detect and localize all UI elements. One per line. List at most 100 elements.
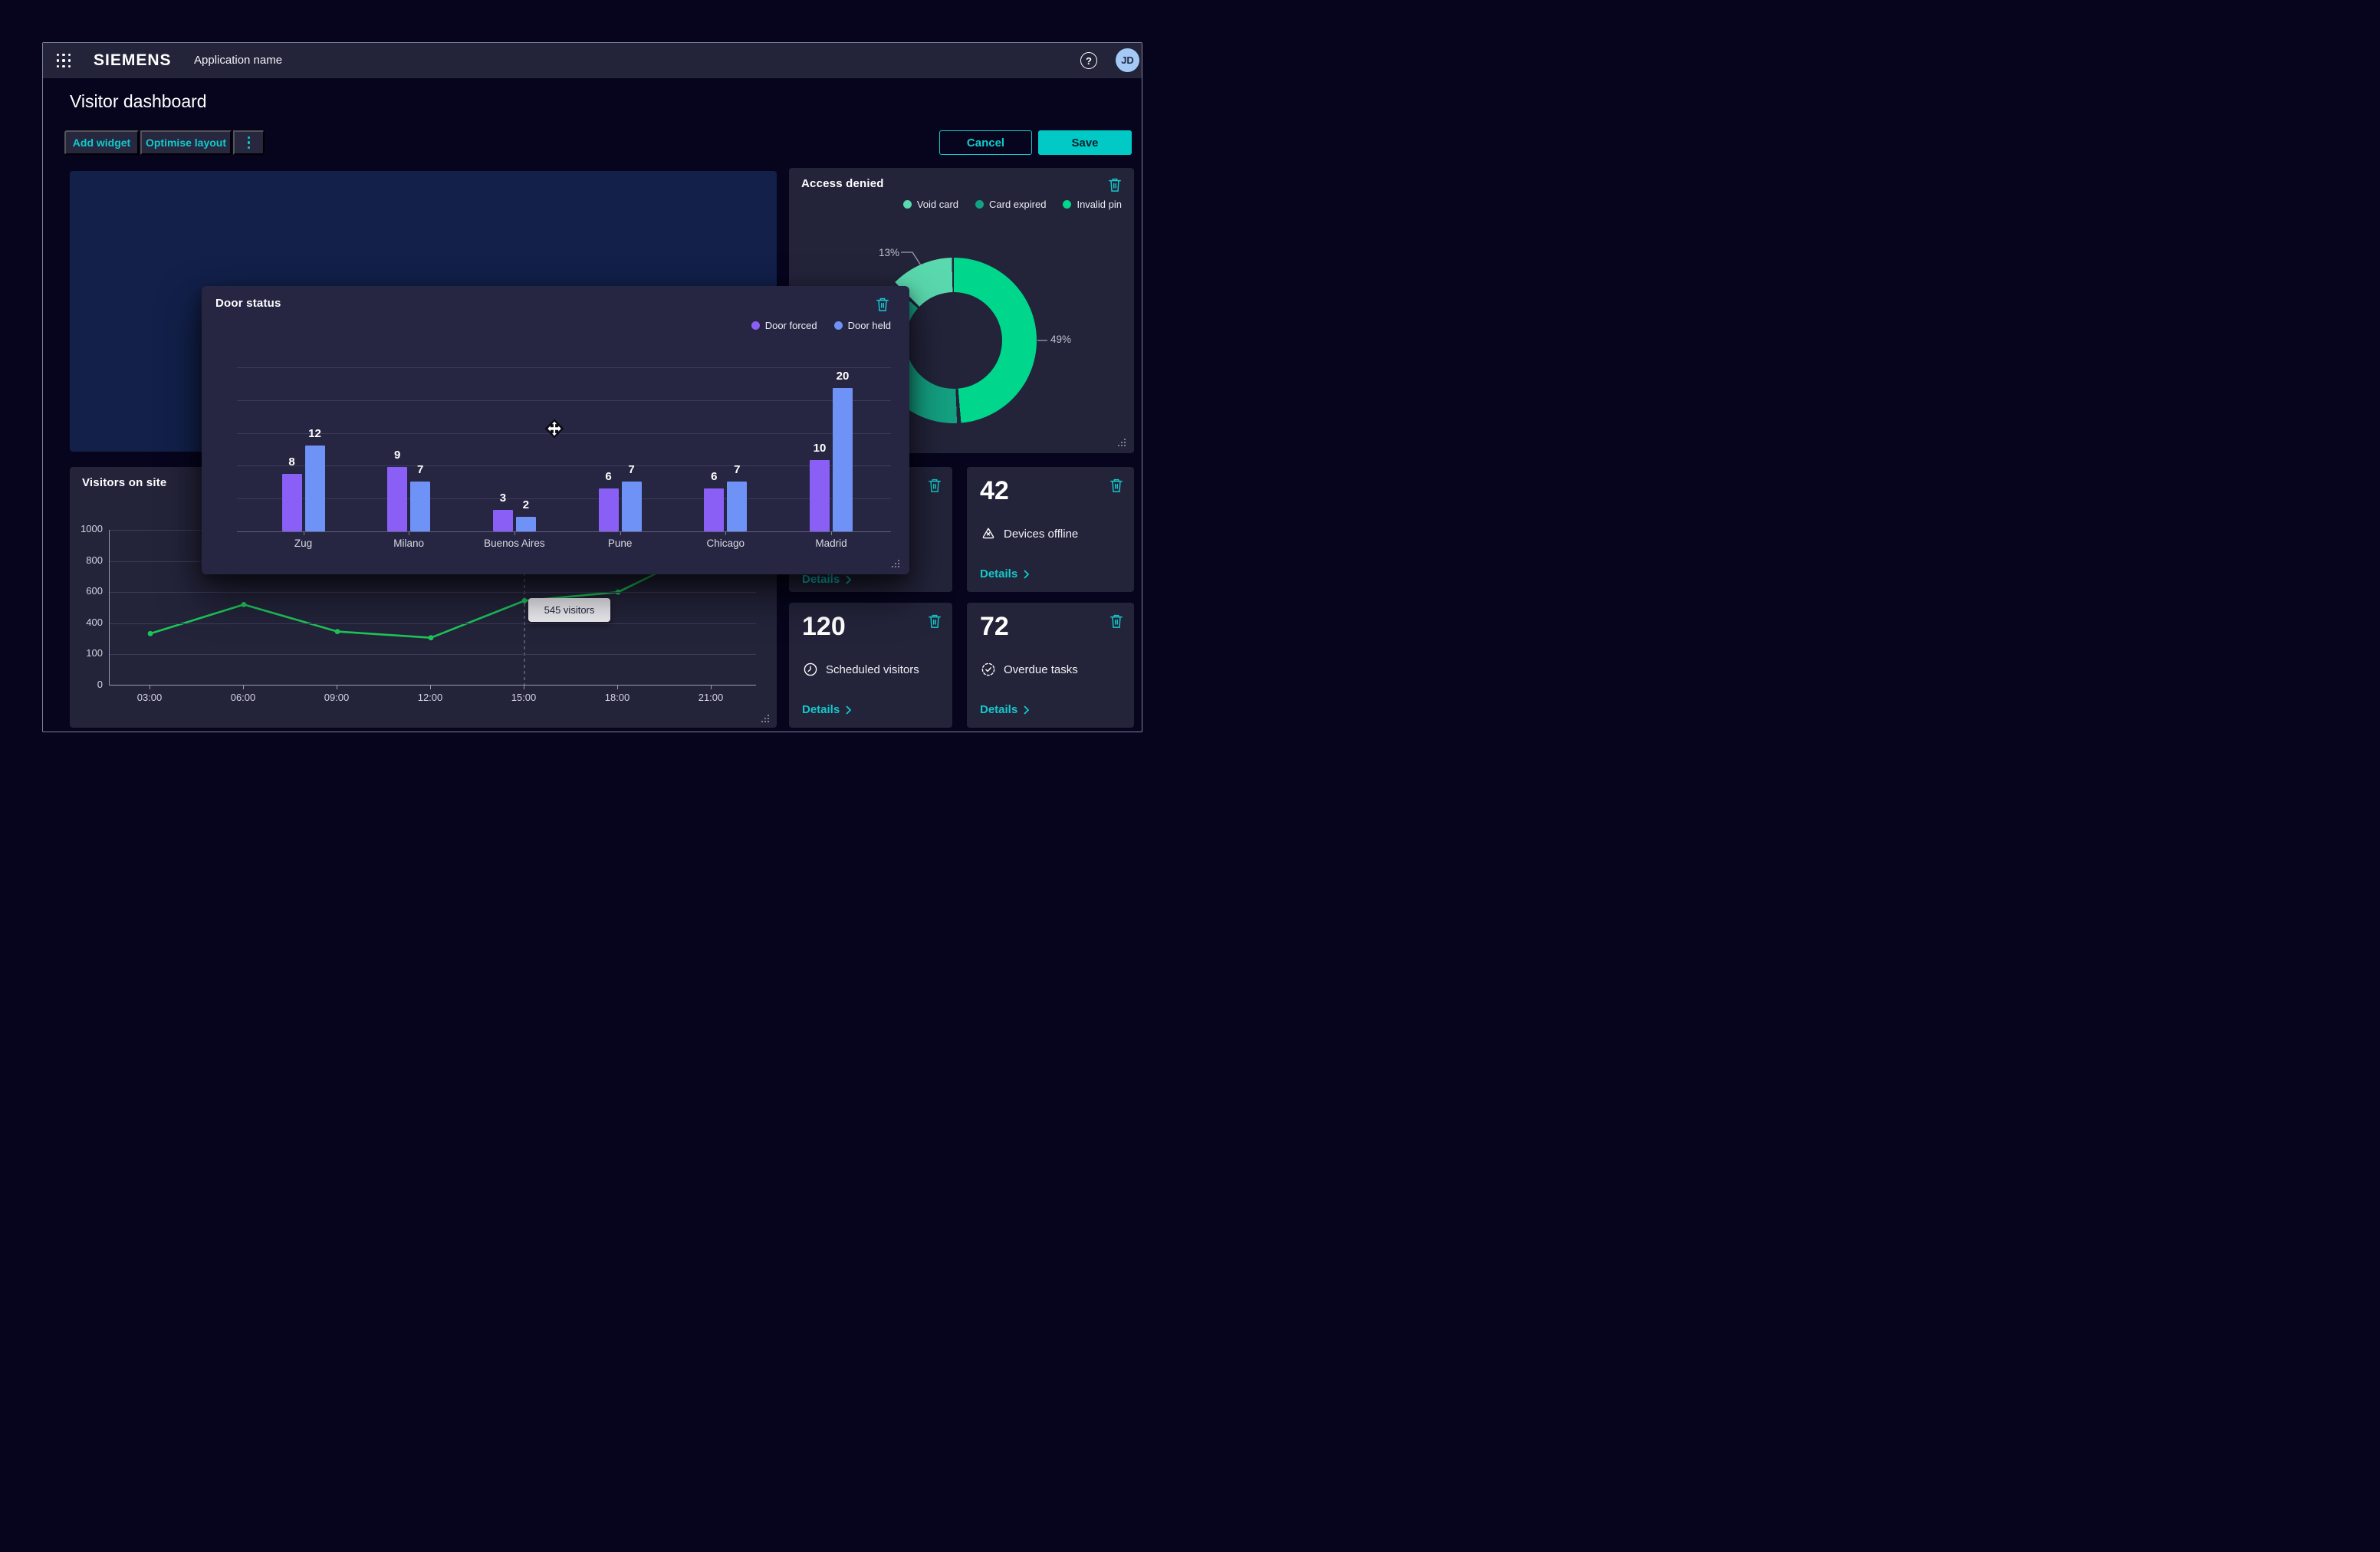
- avatar[interactable]: JD: [1116, 48, 1139, 72]
- add-widget-button[interactable]: Add widget: [64, 130, 139, 155]
- save-button[interactable]: Save: [1038, 130, 1132, 155]
- bar-door-forced[interactable]: [282, 474, 302, 531]
- bar-door-held[interactable]: [622, 482, 642, 531]
- bar-door-forced[interactable]: [810, 460, 830, 532]
- x-tick-label: 15:00: [497, 692, 551, 703]
- data-point[interactable]: [335, 629, 340, 634]
- y-tick-label: 800: [70, 554, 103, 566]
- y-tick-label: 100: [70, 647, 103, 659]
- y-tick-label: 0: [70, 679, 103, 690]
- resize-grip[interactable]: [891, 559, 900, 568]
- gridline: [237, 465, 891, 466]
- door-status-widget[interactable]: Door status Door forcedDoor held 812Zug9…: [202, 286, 909, 574]
- move-cursor-icon: [544, 419, 564, 439]
- details-label: Details: [802, 703, 840, 716]
- bar-door-held[interactable]: [305, 446, 325, 531]
- data-point[interactable]: [148, 631, 153, 636]
- bar-door-forced[interactable]: [493, 510, 513, 531]
- kpi-value: 72: [980, 612, 1009, 642]
- more-options-button[interactable]: [233, 130, 265, 155]
- details-link[interactable]: Details: [980, 567, 1030, 580]
- kpi-card-overdue-tasks: 72 Overdue tasks Details: [967, 603, 1134, 728]
- bar-door-forced[interactable]: [387, 467, 407, 531]
- legend-item: Invalid pin: [1063, 199, 1122, 210]
- gridline: [237, 531, 891, 532]
- delete-widget-icon[interactable]: [928, 478, 942, 493]
- details-link[interactable]: Details: [980, 703, 1030, 716]
- app-header: SIEMENS Application name ? JD: [43, 43, 1142, 78]
- x-tick-label: 18:00: [590, 692, 644, 703]
- details-link[interactable]: Details: [802, 703, 852, 716]
- axis-tick: [620, 531, 621, 535]
- widget-toolbar: Add widget Optimise layout: [64, 130, 265, 155]
- cancel-button[interactable]: Cancel: [939, 130, 1032, 155]
- legend-dot: [1063, 200, 1071, 209]
- gridline: [237, 400, 891, 401]
- clock-icon: [802, 661, 819, 678]
- category-label: Milano: [359, 538, 459, 549]
- bar-door-held[interactable]: [833, 388, 853, 531]
- legend-label: Card expired: [989, 199, 1046, 210]
- donut-hole: [906, 292, 1002, 389]
- data-point[interactable]: [242, 602, 247, 607]
- legend-dot: [975, 200, 984, 209]
- axis-tick: [430, 686, 431, 689]
- chart-tooltip: 545 visitors: [528, 598, 610, 622]
- legend-item: Void card: [903, 199, 958, 210]
- page-title: Visitor dashboard: [70, 91, 207, 112]
- kpi-card-scheduled-visitors: 120 Scheduled visitors Details: [789, 603, 952, 728]
- chevron-right-icon: [846, 575, 852, 584]
- delete-widget-icon[interactable]: [1109, 478, 1123, 493]
- axis-tick: [831, 531, 832, 535]
- chevron-right-icon: [846, 705, 852, 715]
- legend-item: Door held: [834, 320, 891, 331]
- x-tick-label: 03:00: [123, 692, 176, 703]
- axis-tick: [617, 686, 618, 689]
- category-label: Zug: [254, 538, 353, 549]
- app-launcher-icon[interactable]: [57, 54, 71, 68]
- siemens-logo: SIEMENS: [94, 51, 172, 70]
- bar-door-held[interactable]: [727, 482, 747, 531]
- axis-tick: [514, 531, 515, 535]
- bar-value-label: 8: [277, 455, 307, 469]
- category-label: Chicago: [676, 538, 775, 549]
- optimise-layout-button[interactable]: Optimise layout: [140, 130, 232, 155]
- gridline: [237, 498, 891, 499]
- gridline: [110, 592, 756, 593]
- details-link[interactable]: Details: [802, 573, 852, 586]
- delete-widget-icon[interactable]: [1109, 613, 1123, 629]
- help-glyph: ?: [1086, 55, 1092, 67]
- bar-value-label: 7: [616, 463, 647, 476]
- legend-dot: [903, 200, 912, 209]
- kpi-value: 42: [980, 476, 1009, 506]
- widget-title: Visitors on site: [82, 476, 166, 489]
- bar-value-label: 2: [511, 498, 541, 511]
- y-tick-label: 1000: [70, 523, 103, 534]
- device-offline-icon: [980, 525, 997, 542]
- details-label: Details: [980, 567, 1017, 580]
- legend-label: Door held: [848, 320, 891, 331]
- data-point[interactable]: [522, 598, 528, 603]
- kpi-label: Scheduled visitors: [826, 663, 919, 676]
- help-icon[interactable]: ?: [1080, 52, 1097, 69]
- widget-title: Access denied: [801, 177, 884, 190]
- bar-door-forced[interactable]: [704, 488, 724, 531]
- category-label: Buenos Aires: [465, 538, 564, 549]
- delete-widget-icon[interactable]: [928, 613, 942, 629]
- delete-widget-icon[interactable]: [876, 297, 889, 312]
- access-denied-legend: Void card Card expired Invalid pin: [903, 199, 1122, 210]
- legend-dot: [834, 321, 843, 330]
- resize-grip[interactable]: [1117, 438, 1126, 447]
- donut-label-13: 13%: [866, 247, 899, 258]
- resize-grip[interactable]: [761, 714, 770, 723]
- y-tick-label: 400: [70, 617, 103, 628]
- data-point[interactable]: [429, 635, 434, 640]
- screen: SIEMENS Application name ? JD Visitor da…: [0, 0, 1190, 776]
- bar-value-label: 9: [382, 449, 413, 462]
- bar-door-held[interactable]: [516, 517, 536, 531]
- bar-door-forced[interactable]: [599, 488, 619, 531]
- legend-label: Void card: [917, 199, 958, 210]
- x-tick-label: 21:00: [684, 692, 738, 703]
- delete-widget-icon[interactable]: [1108, 177, 1122, 192]
- bar-door-held[interactable]: [410, 482, 430, 531]
